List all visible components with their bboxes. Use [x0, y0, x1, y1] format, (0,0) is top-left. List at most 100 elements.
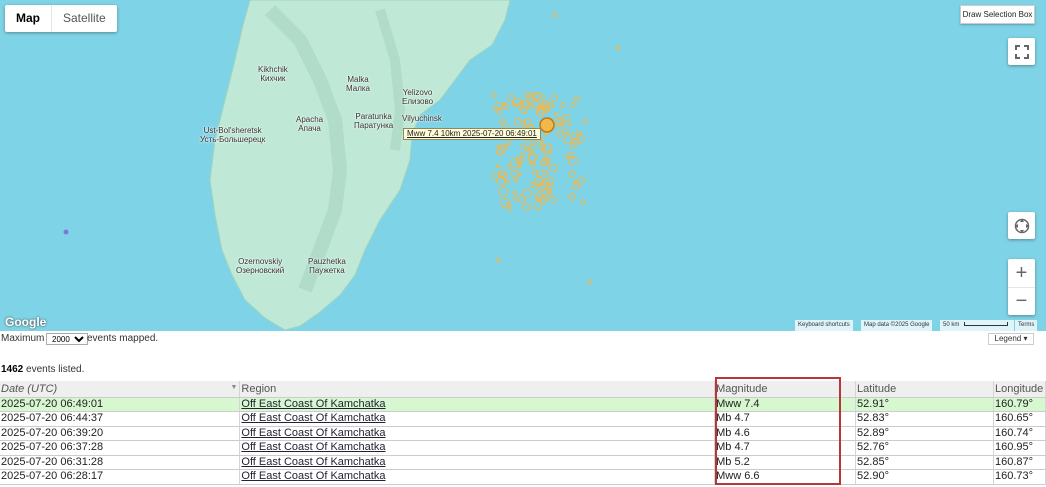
tooltip-text[interactable]: Mww 7.4 10km 2025-07-20 06:49:01 [407, 129, 537, 138]
event-markers [490, 12, 621, 285]
event-marker [523, 203, 531, 211]
event-marker [496, 108, 503, 115]
event-marker [491, 92, 497, 98]
event-marker [541, 149, 547, 156]
event-marker [615, 45, 621, 51]
event-marker [562, 114, 571, 123]
location-icon [1014, 218, 1029, 233]
event-marker [498, 186, 509, 197]
event-marker [495, 102, 503, 110]
table-row[interactable]: 2025-07-20 06:37:28 Off East Coast Of Ka… [0, 440, 1046, 456]
cell-date: 2025-07-20 06:39:20 [0, 426, 241, 441]
event-marker [516, 171, 522, 177]
cell-magnitude: Mb 4.7 [714, 411, 857, 427]
column-header-region[interactable]: Region [239, 381, 716, 398]
land-mass [209, 0, 511, 331]
cell-latitude: 52.89° [855, 426, 994, 441]
event-marker-small [63, 229, 69, 235]
column-header-magnitude[interactable]: Magnitude [714, 381, 857, 398]
event-marker [540, 94, 545, 100]
fullscreen-icon [1014, 44, 1029, 59]
place-label: Malka Малка [346, 75, 370, 93]
event-marker [531, 169, 538, 176]
main-event-marker [539, 117, 555, 133]
event-marker [568, 192, 576, 201]
cell-magnitude: Mb 4.7 [714, 440, 857, 456]
cell-longitude: 160.73° [993, 469, 1046, 485]
table-row[interactable]: 2025-07-20 06:44:37 Off East Coast Of Ka… [0, 411, 1046, 427]
cell-region-link[interactable]: Off East Coast Of Kamchatka [239, 411, 716, 427]
map-type-satellite-button[interactable]: Satellite [52, 5, 117, 32]
rotate-control-button[interactable] [1008, 212, 1035, 239]
cell-region-link[interactable]: Off East Coast Of Kamchatka [239, 440, 716, 456]
table-row[interactable]: 2025-07-20 06:39:20 Off East Coast Of Ka… [0, 426, 1046, 441]
keyboard-shortcuts-link[interactable]: Keyboard shortcuts [795, 320, 853, 331]
event-marker [499, 118, 506, 125]
map-type-map-button[interactable]: Map [5, 5, 52, 32]
cell-latitude: 52.90° [855, 469, 994, 485]
place-label: Yelizovo Елизово [402, 88, 434, 106]
event-marker [524, 91, 531, 99]
event-marker [548, 102, 555, 109]
fullscreen-button[interactable] [1008, 38, 1035, 65]
event-marker [569, 141, 577, 149]
event-marker [496, 148, 504, 156]
zoom-out-button[interactable]: − [1008, 287, 1035, 315]
column-header-latitude[interactable]: Latitude [855, 381, 994, 398]
event-marker [505, 179, 510, 185]
cell-region-link[interactable]: Off East Coast Of Kamchatka [239, 455, 716, 470]
event-marker [506, 206, 512, 212]
zoom-control: + − [1008, 259, 1035, 315]
cell-date: 2025-07-20 06:31:28 [0, 455, 241, 470]
column-header-date[interactable]: Date (UTC) ▼ [0, 381, 241, 398]
event-marker [533, 200, 543, 211]
event-marker [513, 195, 519, 201]
event-marker [522, 100, 531, 108]
cell-date: 2025-07-20 06:37:28 [0, 440, 241, 456]
event-marker [548, 195, 557, 204]
event-marker [539, 139, 544, 144]
earthquake-viewer: Map Satellite Draw Selection Box + − Kik… [0, 0, 1046, 487]
event-marker [531, 94, 536, 99]
event-marker [513, 178, 519, 183]
zoom-in-button[interactable]: + [1008, 259, 1035, 287]
table-row[interactable]: 2025-07-20 06:49:01 Off East Coast Of Ka… [0, 397, 1046, 412]
cell-magnitude: Mww 7.4 [714, 397, 857, 412]
events-table: Date (UTC) ▼ Region Magnitude Latitude Lo… [0, 381, 1046, 485]
google-logo: Google [5, 315, 47, 329]
scale-label: 50 km [943, 322, 960, 328]
event-marker [571, 181, 581, 190]
event-marker [529, 182, 536, 188]
maximum-events-select[interactable]: 2000 [46, 333, 88, 345]
event-marker [570, 102, 576, 108]
place-label: Apacha Апача [296, 115, 324, 133]
cell-longitude: 160.87° [993, 455, 1046, 470]
map-terrain [63, 0, 621, 331]
table-row[interactable]: 2025-07-20 06:31:28 Off East Coast Of Ka… [0, 455, 1046, 470]
legend-button[interactable]: Legend ▾ [988, 333, 1034, 345]
event-tooltip: Mww 7.4 10km 2025-07-20 06:49:01 [403, 128, 541, 140]
cell-region-link[interactable]: Off East Coast Of Kamchatka [239, 397, 716, 412]
event-marker [568, 170, 576, 178]
scale-bar: 50 km [940, 320, 1014, 331]
event-marker [505, 140, 512, 146]
cell-longitude: 160.95° [993, 440, 1046, 456]
events-listed-summary: 1462 events listed. [1, 364, 84, 375]
event-marker [519, 152, 525, 158]
column-header-longitude[interactable]: Longitude [993, 381, 1046, 398]
cell-date: 2025-07-20 06:28:17 [0, 469, 241, 485]
cell-date: 2025-07-20 06:44:37 [0, 411, 241, 427]
map-panel[interactable]: Map Satellite Draw Selection Box + − Kik… [0, 0, 1046, 331]
cell-magnitude: Mww 6.6 [714, 469, 857, 485]
event-marker [495, 163, 500, 169]
cell-region-link[interactable]: Off East Coast Of Kamchatka [239, 426, 716, 441]
terms-link[interactable]: Terms [1015, 320, 1038, 331]
place-label: Vilyuchinsk [402, 114, 442, 123]
event-marker [512, 190, 517, 195]
place-label: Paratunka Паратунка [354, 112, 394, 130]
cell-magnitude: Mb 5.2 [714, 455, 857, 470]
cell-region-link[interactable]: Off East Coast Of Kamchatka [239, 469, 716, 485]
draw-selection-box-button[interactable]: Draw Selection Box [960, 5, 1035, 24]
table-row[interactable]: 2025-07-20 06:28:17 Off East Coast Of Ka… [0, 469, 1046, 485]
event-marker [507, 163, 513, 170]
